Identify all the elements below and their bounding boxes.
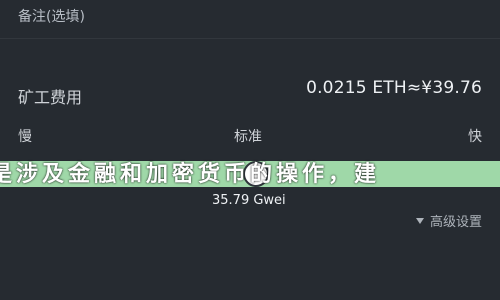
gas-fee-panel: 备注(选填) 矿工费用 0.0215 ETH≈¥39.76 慢 标准 快 是涉及… — [0, 0, 500, 300]
chevron-down-icon — [415, 217, 424, 224]
gas-price-value: 35.79 Gwei — [212, 193, 286, 208]
speed-fast-label: 快 — [468, 129, 482, 145]
memo-label: 备注(选填) — [18, 9, 85, 25]
divider — [0, 38, 500, 39]
overlay-banner-text: 是涉及金融和加密货币的操作，建 — [0, 161, 381, 187]
advanced-settings-toggle[interactable]: 高级设置 — [415, 211, 482, 230]
fee-value: 0.0215 ETH≈¥39.76 — [306, 78, 482, 98]
speed-normal-label: 标准 — [234, 129, 262, 145]
memo-field[interactable]: 备注(选填) — [18, 6, 85, 26]
advanced-settings-label: 高级设置 — [429, 215, 482, 230]
fee-label: 矿工费用 — [18, 88, 83, 107]
speed-slow-label: 慢 — [18, 129, 32, 145]
